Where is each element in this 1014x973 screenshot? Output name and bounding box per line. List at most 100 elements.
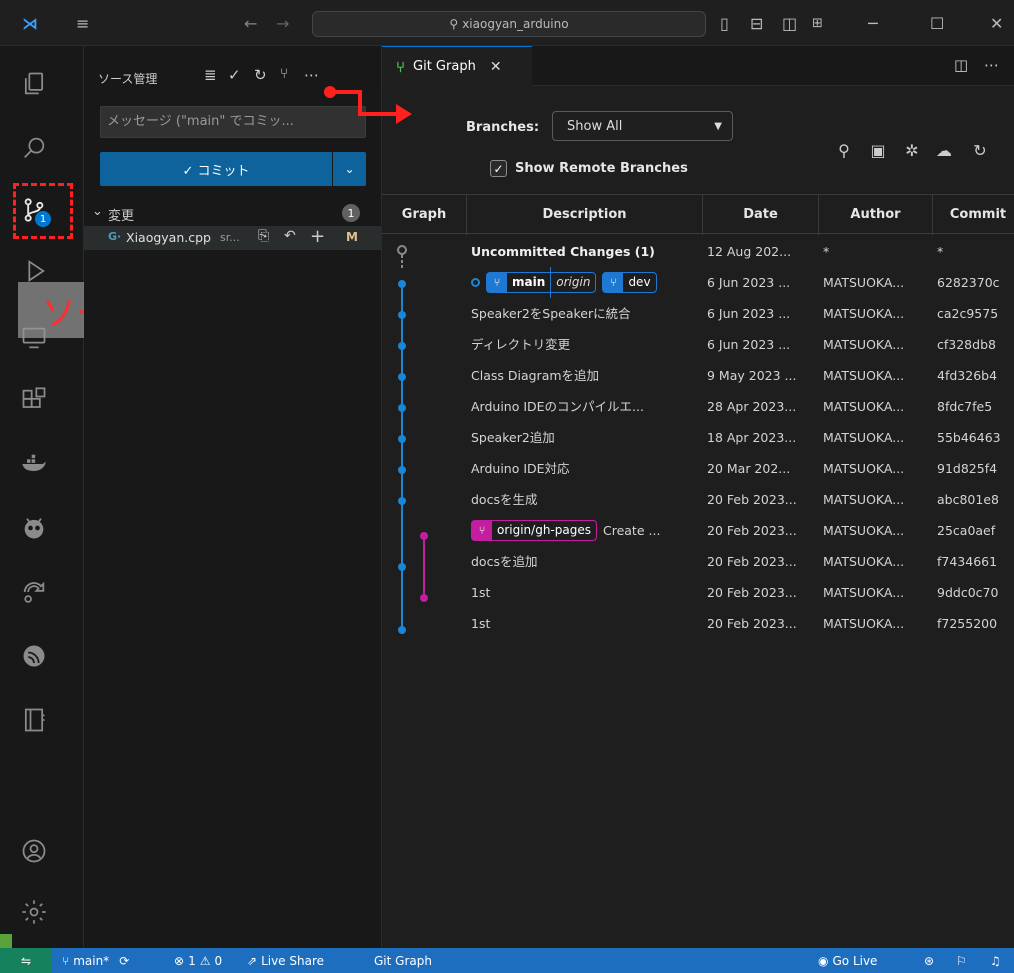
back-arrow-icon[interactable]: ← [244, 12, 257, 34]
settings-gear-icon[interactable] [14, 892, 54, 932]
refresh-graph-icon[interactable]: ↻ [968, 138, 992, 162]
column-header-commit[interactable]: Commit [933, 195, 1014, 235]
problems-status[interactable]: ⊗ 1 ⚠ 0 [174, 948, 222, 973]
editor-more-actions-icon[interactable]: ⋯ [984, 56, 999, 74]
open-file-icon[interactable]: ⎘ [258, 228, 269, 244]
column-header-graph[interactable]: Graph [382, 195, 467, 235]
docker-icon[interactable] [14, 444, 54, 484]
toggle-secondary-sidebar-icon[interactable]: ◫ [782, 12, 797, 34]
repo-settings-icon[interactable]: ✲ [900, 138, 924, 162]
branch-ref-gh-pages[interactable]: ⑂ origin/gh-pages [471, 520, 597, 541]
branch-status[interactable]: ⑂ main* ⟳ [62, 948, 129, 973]
dropdown-arrow-icon: ▼ [714, 120, 722, 132]
column-header-description[interactable]: Description [467, 195, 703, 235]
table-row[interactable]: 1st 20 Feb 2023... MATSUOKA... 9ddc0c70 [382, 577, 1014, 608]
table-row[interactable]: ディレクトリ変更 6 Jun 2023 ... MATSUOKA... cf32… [382, 329, 1014, 360]
table-row[interactable]: Speaker2をSpeakerに統合 6 Jun 2023 ... MATSU… [382, 298, 1014, 329]
search-icon: ⚲ [449, 17, 459, 31]
menu-icon[interactable]: ≡ [76, 12, 89, 34]
activity-bar: 1 [0, 46, 84, 948]
column-header-author[interactable]: Author [819, 195, 933, 235]
more-actions-icon[interactable]: ⋯ [304, 66, 319, 84]
discard-changes-icon[interactable]: ↶ [284, 228, 296, 244]
changed-file-row[interactable]: G· Xiaogyan.cpp sr... ⎘ ↶ + M [84, 226, 382, 250]
explorer-icon[interactable] [14, 64, 54, 104]
changes-label: 変更 [108, 209, 135, 224]
table-row[interactable]: Class Diagramを追加 9 May 2023 ... MATSUOKA… [382, 360, 1014, 391]
table-row[interactable]: ⑂ origin/gh-pages Create ... 20 Feb 2023… [382, 515, 1014, 546]
commit-button[interactable]: ✓ コミット [100, 152, 332, 186]
branch-ref-dev[interactable]: ⑂ dev [602, 272, 657, 293]
git-graph-status[interactable]: Git Graph [374, 948, 432, 973]
broadcast-icon: ◉ [818, 953, 829, 968]
customize-layout-icon[interactable]: ⊞ [812, 12, 823, 34]
remote-branches-checkbox[interactable]: ✓ [490, 160, 507, 177]
feedback-icon[interactable]: ⚐ [956, 948, 967, 973]
toggle-panel-icon[interactable]: ⊟ [750, 12, 763, 34]
head-indicator-icon [471, 278, 480, 287]
copilot-icon[interactable]: ⊛ [924, 948, 934, 973]
forward-arrow-icon[interactable]: → [276, 12, 289, 34]
platformio-alien-icon[interactable] [14, 508, 54, 548]
view-as-tree-icon[interactable]: ≣ [204, 66, 217, 84]
vscode-logo-icon: ⋊ [22, 13, 38, 33]
changes-section-header[interactable]: ⌄ 変更 1 [84, 202, 382, 224]
command-center-search[interactable]: ⚲ xiaogyan_arduino [312, 11, 706, 37]
branch-icon: ⑂ [603, 273, 624, 292]
extensions-icon[interactable] [14, 380, 54, 420]
remote-icon: ⇋ [20, 953, 32, 968]
branches-dropdown[interactable]: Show All ▼ [552, 111, 733, 141]
maximize-window-icon[interactable]: ☐ [930, 12, 944, 34]
espressif-icon[interactable] [14, 636, 54, 676]
go-live-status[interactable]: ◉ Go Live [818, 948, 877, 973]
file-status-badge: M [346, 230, 358, 244]
error-icon: ⊗ [174, 953, 185, 968]
show-remote-branches-toggle[interactable]: ✓ Show Remote Branches [490, 160, 688, 177]
branch-icon: ⑂ [472, 521, 492, 540]
sync-icon[interactable]: ⟳ [119, 954, 129, 968]
commit-dropdown-button[interactable]: ⌄ [333, 152, 366, 186]
refresh-icon[interactable]: ↻ [254, 66, 267, 84]
source-control-sidebar: ソース管理 ≣ ✓ ↻ ⑂ ⋯ メッセージ ("main" でコミッ... ✓ … [84, 46, 382, 948]
branches-label: Branches: [466, 120, 540, 135]
table-row[interactable]: Arduino IDEのコンパイルエ... 28 Apr 2023... MAT… [382, 391, 1014, 422]
green-corner-accent [0, 934, 12, 948]
search-icon[interactable] [14, 128, 54, 168]
table-row[interactable]: Arduino IDE対応 20 Mar 202... MATSUOKA... … [382, 453, 1014, 484]
notifications-bell-icon[interactable]: ♫ [990, 948, 1001, 973]
table-row[interactable]: Uncommitted Changes (1) 12 Aug 202... * … [382, 236, 1014, 267]
terminal-icon[interactable]: ▣ [866, 138, 890, 162]
tab-bar: ⑂ Git Graph ✕ ◫ ⋯ [382, 46, 1014, 86]
toggle-sidebar-icon[interactable]: ▯ [720, 12, 729, 34]
close-window-icon[interactable]: ✕ [990, 12, 1003, 34]
table-row[interactable]: docsを生成 20 Feb 2023... MATSUOKA... abc80… [382, 484, 1014, 515]
title-bar: ⋊ ≡ ← → ⚲ xiaogyan_arduino ▯ ⊟ ◫ ⊞ ─ ☐ ✕ [0, 0, 1014, 46]
annotation-arrow [324, 86, 412, 124]
accounts-icon[interactable] [14, 831, 54, 871]
changes-count-badge: 1 [342, 204, 360, 222]
column-header-date[interactable]: Date [703, 195, 819, 235]
live-share-status[interactable]: ⇗ Live Share [247, 948, 324, 973]
cpp-file-icon: G· [108, 230, 122, 243]
fetch-cloud-icon[interactable]: ☁ [932, 138, 956, 162]
live-share-icon[interactable] [14, 572, 54, 612]
minimize-window-icon[interactable]: ─ [868, 12, 878, 34]
notebook-icon[interactable] [14, 700, 54, 740]
table-row[interactable]: Speaker2追加 18 Apr 2023... MATSUOKA... 55… [382, 422, 1014, 453]
tab-label: Git Graph [413, 59, 476, 74]
close-tab-icon[interactable]: ✕ [490, 59, 502, 75]
stage-changes-icon[interactable]: + [310, 226, 325, 247]
remote-indicator[interactable]: ⇋ [0, 948, 52, 973]
file-path: sr... [220, 231, 240, 244]
branch-ref-main[interactable]: ⑂ main origin [486, 267, 597, 298]
table-row[interactable]: 1st 20 Feb 2023... MATSUOKA... f7255200 [382, 608, 1014, 639]
git-graph-view-icon[interactable]: ⑂ [280, 66, 288, 82]
tab-git-graph[interactable]: ⑂ Git Graph ✕ [382, 46, 532, 86]
remote-branches-label: Show Remote Branches [515, 161, 688, 176]
commit-check-icon[interactable]: ✓ [228, 66, 241, 84]
split-editor-icon[interactable]: ◫ [954, 56, 968, 74]
find-icon[interactable]: ⚲ [832, 138, 856, 162]
table-row[interactable]: docsを追加 20 Feb 2023... MATSUOKA... f7434… [382, 546, 1014, 577]
status-bar: ⇋ ⑂ main* ⟳ ⊗ 1 ⚠ 0 ⇗ Live Share Git Gra… [0, 948, 1014, 973]
table-row[interactable]: ⑂ main origin ⑂ dev 6 Jun 2023 ... MATSU… [382, 267, 1014, 298]
